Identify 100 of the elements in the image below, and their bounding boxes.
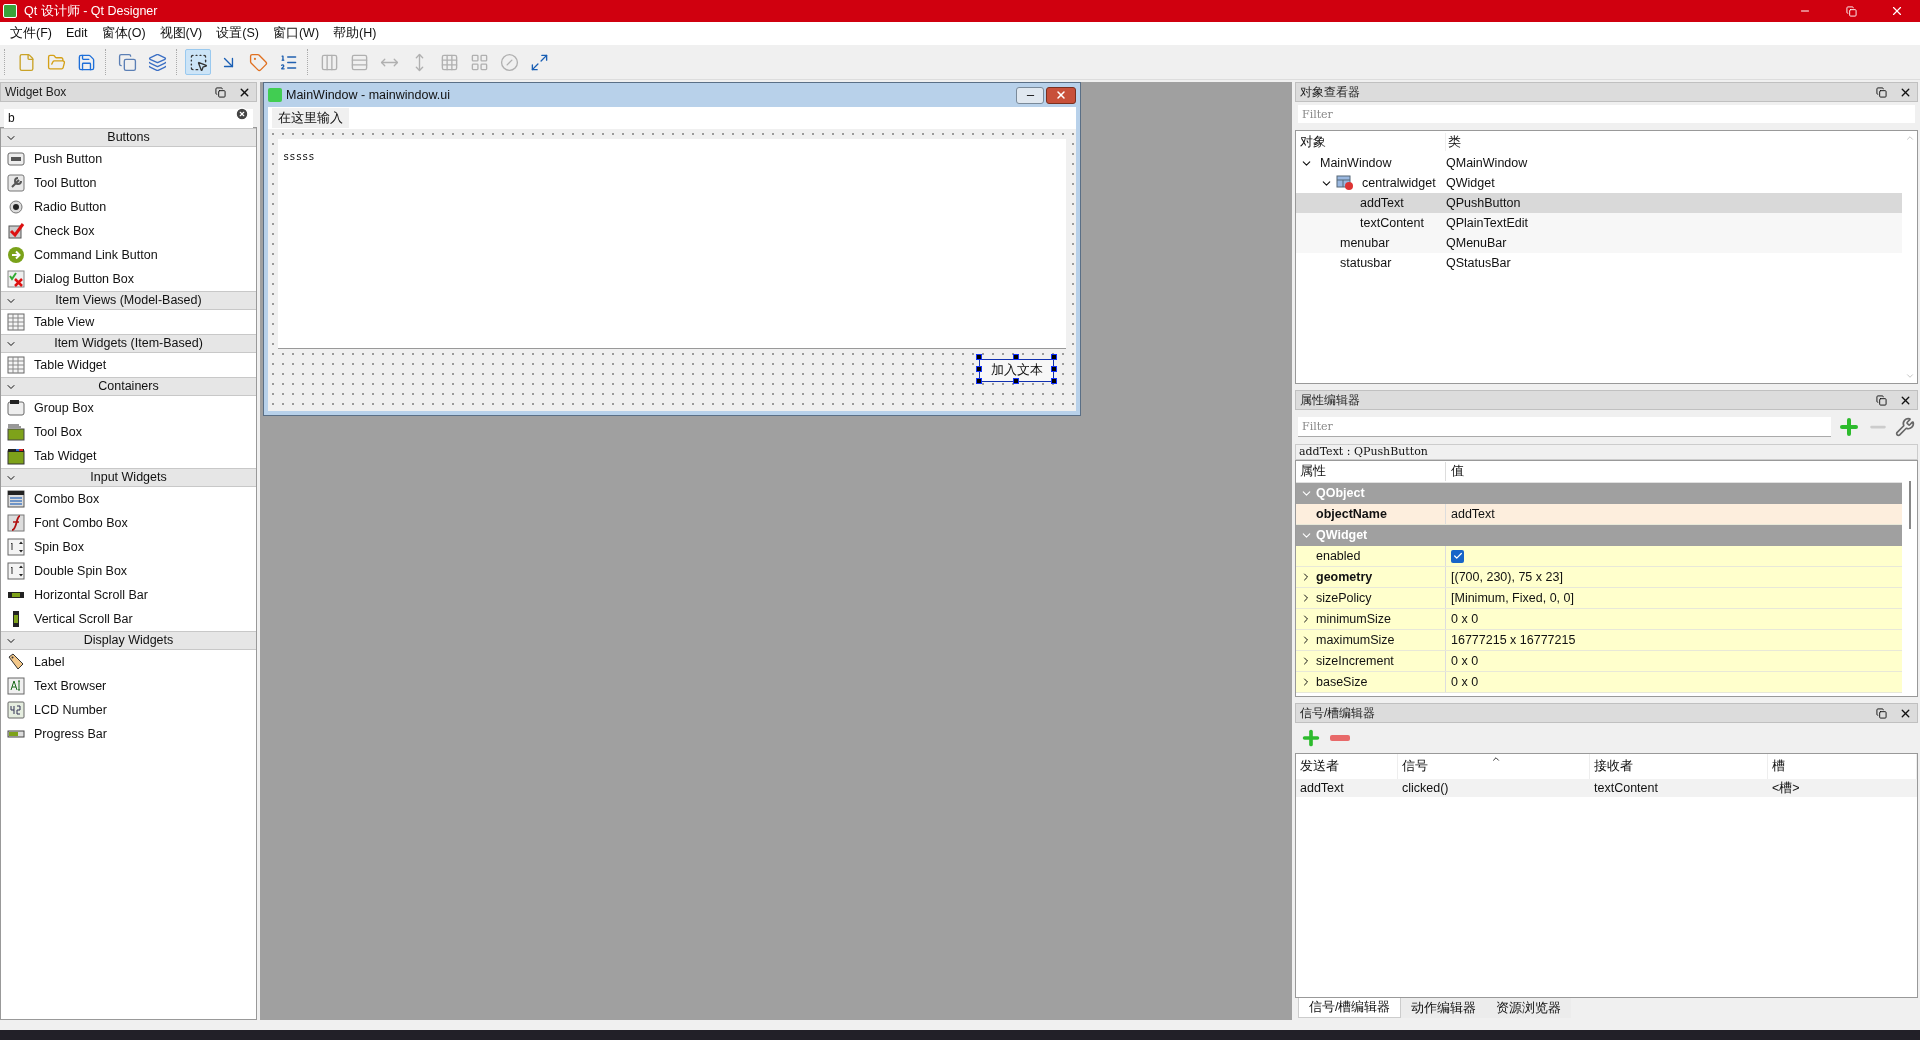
rows-icon: [349, 52, 369, 72]
widget-item[interactable]: Combo Box: [1, 487, 256, 511]
widget-item[interactable]: Label: [1, 650, 256, 674]
property-row[interactable]: geometry [(700, 230), 75 x 23]: [1296, 567, 1902, 588]
dropdown-list-icon: [7, 490, 25, 508]
category-header[interactable]: Item Views (Model-Based): [1, 291, 256, 310]
widget-item[interactable]: Vertical Scroll Bar: [1, 607, 256, 631]
property-row[interactable]: minimumSize 0 x 0: [1296, 609, 1902, 630]
widget-item[interactable]: Tool Button: [1, 171, 256, 195]
category-header[interactable]: Containers: [1, 377, 256, 396]
widget-item[interactable]: Command Link Button: [1, 243, 256, 267]
category-header[interactable]: Buttons: [1, 128, 256, 147]
widget-item[interactable]: Push Button: [1, 147, 256, 171]
tab[interactable]: 资源浏览器: [1486, 998, 1572, 1018]
column-header[interactable]: 属性: [1296, 462, 1446, 481]
group-box-icon: [7, 399, 25, 417]
category-header[interactable]: Display Widgets: [1, 631, 256, 650]
property-value: addText: [1450, 505, 1495, 523]
selection-handle[interactable]: [1013, 354, 1019, 360]
tree-row[interactable]: menubar QMenuBar: [1296, 233, 1902, 253]
category-header[interactable]: Input Widgets: [1, 468, 256, 487]
filter-field[interactable]: Filter: [1298, 105, 1915, 123]
remove-icon[interactable]: [1330, 735, 1350, 741]
checkbox[interactable]: [1451, 549, 1464, 563]
widget-layout-icon: [1336, 175, 1354, 191]
filter-field[interactable]: b: [4, 108, 253, 128]
widget-item[interactable]: Double Spin Box: [1, 559, 256, 583]
table-cell-text: textContent: [1593, 779, 1659, 797]
tree-row[interactable]: addText QPushButton: [1296, 193, 1902, 213]
object-name: addText: [1360, 194, 1404, 212]
property-row[interactable]: baseSize 0 x 0: [1296, 672, 1902, 693]
table-icon: [7, 313, 25, 331]
close-icon: [1890, 4, 1904, 18]
widget-item[interactable]: Tab Widget: [1, 444, 256, 468]
float-button[interactable]: [1873, 705, 1889, 721]
filter-field[interactable]: Filter: [1298, 417, 1831, 437]
float-button[interactable]: [212, 84, 228, 100]
float-button[interactable]: [1873, 392, 1889, 408]
menu-item[interactable]: 窗口(W): [266, 24, 326, 43]
menu-item[interactable]: 帮助(H): [327, 24, 383, 43]
clear-icon[interactable]: [235, 107, 249, 121]
dock-title: 对象查看器: [1300, 84, 1361, 101]
property-name: enabled: [1316, 546, 1446, 566]
class-name: QPlainTextEdit: [1446, 214, 1528, 232]
property-row[interactable]: enabled: [1296, 546, 1902, 567]
class-name: QMainWindow: [1446, 154, 1528, 172]
push-button[interactable]: 加入文本: [979, 358, 1054, 382]
menu-item[interactable]: Edit: [59, 24, 94, 43]
toolbar-button[interactable]: [185, 49, 211, 75]
object-name: centralwidget: [1362, 174, 1436, 192]
menu-item[interactable]: 设置(S): [210, 24, 265, 43]
widget-item[interactable]: Tool Box: [1, 420, 256, 444]
property-row[interactable]: maximumSize 16777215 x 16777215: [1296, 630, 1902, 651]
widget-item[interactable]: Text Browser: [1, 674, 256, 698]
selection-handle[interactable]: [1013, 378, 1019, 384]
property-value: [Minimum, Fixed, 0, 0]: [1450, 589, 1574, 607]
widget-item[interactable]: Spin Box: [1, 535, 256, 559]
add-icon[interactable]: [1300, 727, 1322, 749]
widget-item[interactable]: Check Box: [1, 219, 256, 243]
widget-item[interactable]: Table View: [1, 310, 256, 334]
widget-item[interactable]: LCD Number: [1, 698, 256, 722]
tab[interactable]: 信号/槽编辑器: [1298, 998, 1402, 1018]
widget-item[interactable]: Group Box: [1, 396, 256, 420]
object-name: textContent: [1360, 214, 1424, 232]
resize-icon: [529, 52, 549, 72]
spin-box-icon: [7, 538, 25, 556]
column-header[interactable]: 类: [1446, 132, 1461, 152]
scroll-up-icon[interactable]: [1904, 133, 1915, 143]
scroll-down-icon[interactable]: [1904, 371, 1915, 381]
text-edit[interactable]: sssss: [278, 139, 1066, 349]
property-row[interactable]: objectName addText: [1296, 504, 1902, 525]
menu-item[interactable]: 视图(V): [153, 24, 209, 43]
tab[interactable]: 动作编辑器: [1401, 998, 1487, 1018]
property-row[interactable]: sizePolicy [Minimum, Fixed, 0, 0]: [1296, 588, 1902, 609]
property-name: objectName: [1316, 504, 1446, 524]
category-header[interactable]: Item Widgets (Item-Based): [1, 334, 256, 353]
widget-item[interactable]: Table Widget: [1, 353, 256, 377]
widget-item[interactable]: Horizontal Scroll Bar: [1, 583, 256, 607]
tree-row[interactable]: textContent QPlainTextEdit: [1296, 213, 1902, 233]
class-name: QMenuBar: [1446, 234, 1507, 252]
property-row[interactable]: sizeIncrement 0 x 0: [1296, 651, 1902, 672]
tag-icon: [248, 52, 268, 72]
menu-placeholder[interactable]: 在这里输入: [272, 108, 349, 128]
table-cell-text: addText: [1299, 779, 1345, 797]
float-button[interactable]: [1873, 84, 1889, 100]
object-name: statusbar: [1340, 254, 1392, 272]
widget-item[interactable]: Font Combo Box: [1, 511, 256, 535]
table-cell-text: clicked(): [1401, 779, 1450, 797]
widget-item[interactable]: Progress Bar: [1, 722, 256, 746]
checkbox-icon: [7, 222, 25, 240]
wrench-icon[interactable]: [1895, 417, 1915, 437]
property-name: minimumSize: [1316, 609, 1446, 629]
menu-item[interactable]: 窗体(O): [95, 24, 152, 43]
widget-item[interactable]: Dialog Button Box: [1, 267, 256, 291]
add-icon[interactable]: [1837, 415, 1861, 439]
close-button[interactable]: [1046, 86, 1076, 104]
column-header[interactable]: 值: [1446, 462, 1464, 481]
menu-item[interactable]: 文件(F): [4, 24, 58, 43]
column-header[interactable]: 对象: [1296, 132, 1446, 152]
widget-item[interactable]: Radio Button: [1, 195, 256, 219]
